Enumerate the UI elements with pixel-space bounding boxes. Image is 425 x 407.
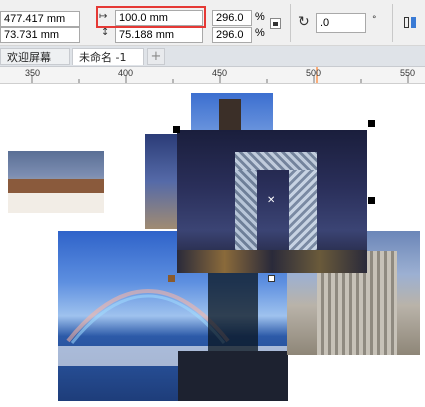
selection-handle-bottom[interactable] — [268, 275, 275, 282]
ruler-tick-label: 500 — [306, 68, 322, 78]
ruler-tick-label: 400 — [118, 68, 134, 78]
center-marker-icon: ✕ — [267, 195, 276, 206]
divider — [290, 4, 291, 42]
drawing-canvas[interactable]: ✕ — [0, 84, 425, 407]
tab-welcome[interactable]: 欢迎屏幕 — [0, 48, 70, 65]
y-position-field[interactable]: 73.731 mm — [0, 27, 80, 43]
lock-icon — [273, 22, 278, 26]
rocks — [178, 351, 288, 401]
photo-cathedral-top[interactable] — [191, 93, 273, 133]
lock-ratio-button[interactable] — [270, 18, 281, 29]
height-arrows-icon: ↕ — [101, 27, 110, 38]
width-field-highlight — [96, 6, 206, 28]
degree-icon: ° — [372, 15, 377, 25]
mirror-icon-part — [411, 17, 416, 28]
photo-detail — [8, 179, 104, 193]
selection-handle-bottom-left[interactable] — [168, 275, 175, 282]
building-right-tower — [289, 155, 317, 265]
photo-detail — [8, 193, 104, 213]
ruler-tick-label: 450 — [212, 68, 228, 78]
add-tab-button[interactable]: + — [147, 48, 165, 65]
selection-handle-right[interactable] — [368, 197, 375, 204]
horizontal-ruler: 350 400 450 500 550 — [0, 67, 425, 84]
percent-label-width: % — [255, 11, 265, 23]
city-lights — [177, 250, 367, 273]
tab-untitled[interactable]: 未命名 -1 — [72, 48, 144, 65]
ruler-tick-label: 550 — [400, 68, 416, 78]
scale-width-field[interactable]: 296.0 — [212, 10, 252, 26]
x-position-field[interactable]: 477.417 mm — [0, 11, 80, 27]
height-field[interactable]: 75.188 mm — [115, 27, 203, 43]
document-tabs: 欢迎屏幕 未命名 -1 + — [0, 46, 425, 67]
mirror-button[interactable] — [402, 15, 420, 31]
property-bar: 477.417 mm 73.731 mm ↦ ↕ 100.0 mm 75.188… — [0, 0, 425, 46]
selection-handle-top-right[interactable] — [368, 120, 375, 127]
scale-height-field[interactable]: 296.0 — [212, 27, 252, 43]
ruler-tick-label: 350 — [25, 68, 41, 78]
rotate-icon: ↻ — [298, 14, 310, 30]
photo-cctv-building-selected[interactable]: ✕ — [177, 130, 367, 273]
percent-label-height: % — [255, 27, 265, 39]
photo-winter-village[interactable] — [8, 151, 104, 213]
selection-handle-top-left[interactable] — [173, 126, 180, 133]
photo-detail — [219, 99, 241, 133]
building-top-bridge — [235, 152, 317, 170]
rotation-field[interactable]: .0 — [316, 13, 366, 33]
mirror-icon — [404, 17, 409, 28]
divider — [392, 4, 393, 42]
